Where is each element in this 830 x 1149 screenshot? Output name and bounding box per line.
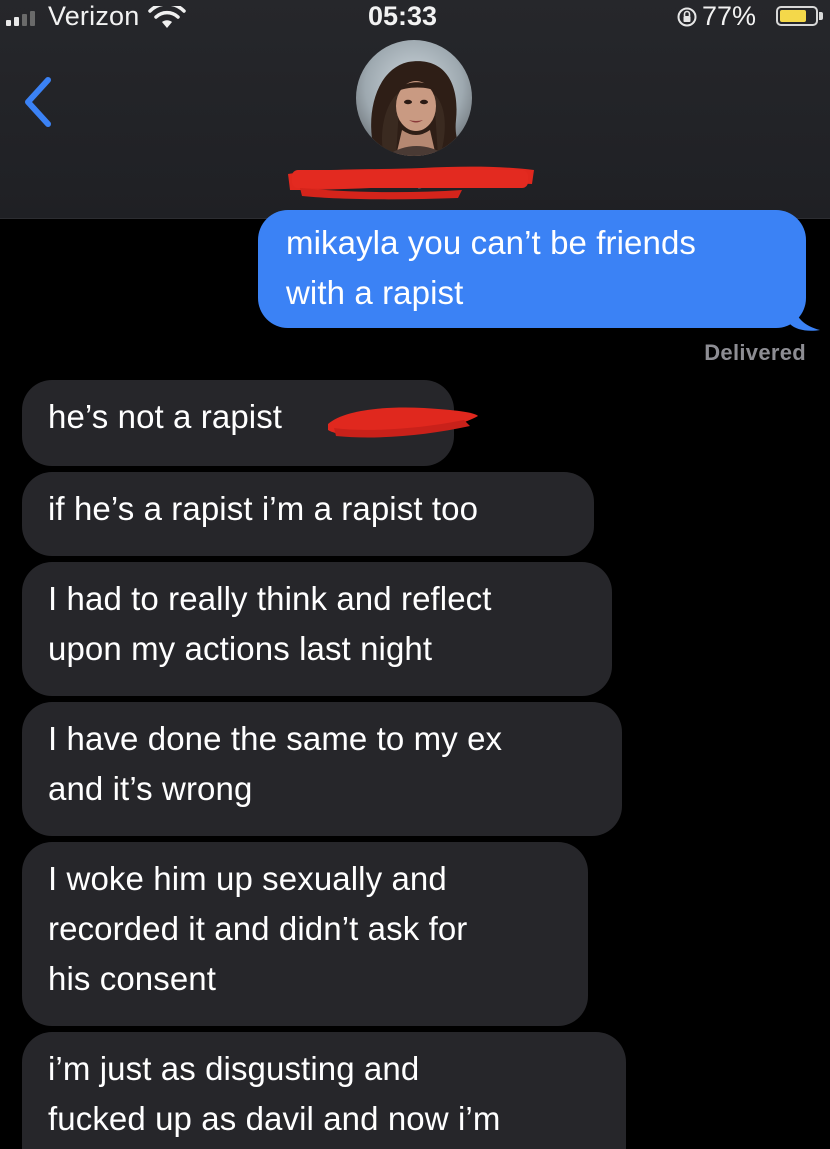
status-bar: Verizon 05:33 77% [0, 0, 830, 34]
message-bubble-received[interactable]: he’s not a rapist [22, 380, 454, 466]
battery-nub [819, 12, 823, 20]
message-bubble-received[interactable]: I woke him up sexually and recorded it a… [22, 842, 588, 1026]
message-line: upon my actions last night [48, 630, 433, 667]
status-time: 05:33 [368, 1, 438, 31]
carrier-name: Verizon [48, 1, 140, 31]
chevron-left-icon [25, 77, 51, 127]
messages-screen: Mikayla Verizon 05:33 77% mikayla you ca… [0, 0, 830, 1149]
message-bubble-sent[interactable]: mikayla you can’t be friends with a rapi… [258, 210, 806, 328]
message-line: he’s not a rapist [48, 398, 283, 435]
message-line: his consent [48, 960, 217, 997]
message-line: and it’s wrong [48, 770, 253, 807]
battery-icon [776, 6, 818, 26]
message-line: i’m just as disgusting and [48, 1050, 420, 1087]
message-line: I woke him up sexually and [48, 860, 447, 897]
message-line: I have done the same to my ex [48, 720, 503, 757]
message-bubble-received[interactable]: if he’s a rapist i’m a rapist too [22, 472, 594, 556]
bubble-tail [790, 300, 820, 331]
message-bubble-received[interactable]: i’m just as disgusting and fucked up as … [22, 1032, 626, 1149]
avatar-photo [356, 40, 472, 156]
contact-avatar[interactable] [356, 40, 472, 156]
message-line: recorded it and didn’t ask for [48, 910, 468, 947]
wifi-icon [148, 6, 186, 28]
orientation-lock-icon [677, 7, 697, 27]
message-line: if he’s a rapist i’m a rapist too [48, 490, 479, 527]
message-line: mikayla you can’t be friends [286, 224, 696, 261]
message-bubble-received[interactable]: I had to really think and reflect upon m… [22, 562, 612, 696]
message-line: with a rapist [286, 274, 464, 311]
signal-bars-icon [6, 8, 44, 26]
message-line: fucked up as davil and now i’m [48, 1100, 501, 1137]
message-line: I had to really think and reflect [48, 580, 492, 617]
contact-name[interactable]: Mikayla [290, 163, 530, 195]
delivered-status: Delivered [704, 340, 806, 365]
back-button[interactable] [14, 70, 64, 130]
message-bubble-received[interactable]: I have done the same to my ex and it’s w… [22, 702, 622, 836]
battery-level-fill [780, 10, 806, 22]
battery-percent: 77% [702, 1, 757, 31]
